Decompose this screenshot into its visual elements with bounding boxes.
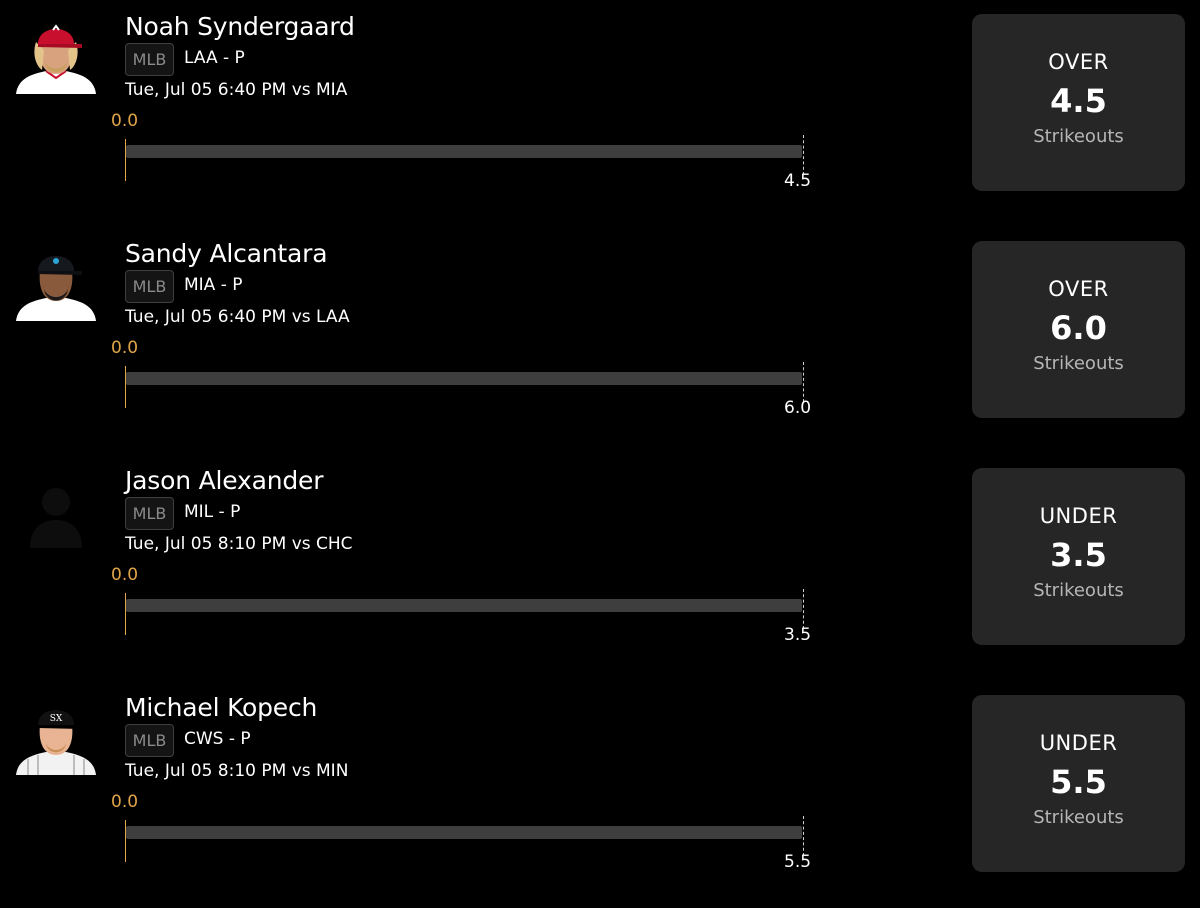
pick-card[interactable]: UNDER 5.5 Strikeouts xyxy=(972,695,1185,872)
game-time: Tue, Jul 05 8:10 PM vs CHC xyxy=(125,534,353,554)
player-avatar: SX xyxy=(16,695,96,775)
pick-direction: OVER xyxy=(1048,277,1109,301)
player-row[interactable]: SX Michael Kopech MLB CWS - P Tue, Jul 0… xyxy=(0,681,1200,908)
pick-direction: UNDER xyxy=(1039,731,1118,755)
player-name: Michael Kopech xyxy=(125,693,318,722)
pick-line: 6.0 xyxy=(1050,309,1107,347)
progress-start-label: 0.0 xyxy=(111,338,139,358)
league-badge: MLB xyxy=(125,497,174,530)
line-marker xyxy=(803,362,804,402)
game-time: Tue, Jul 05 6:40 PM vs LAA xyxy=(125,307,350,327)
pick-direction: UNDER xyxy=(1039,504,1118,528)
progress-track xyxy=(126,826,802,839)
pick-stat: Strikeouts xyxy=(1033,580,1124,601)
team-position: LAA - P xyxy=(184,48,245,68)
pick-card[interactable]: OVER 4.5 Strikeouts xyxy=(972,14,1185,191)
line-marker xyxy=(803,589,804,629)
player-silhouette-icon xyxy=(16,468,96,548)
player-row[interactable]: Noah Syndergaard MLB LAA - P Tue, Jul 05… xyxy=(0,0,1200,227)
progress-track xyxy=(126,599,802,612)
line-value-label: 4.5 xyxy=(784,171,812,191)
game-time: Tue, Jul 05 8:10 PM vs MIN xyxy=(125,761,349,781)
pick-stat: Strikeouts xyxy=(1033,126,1124,147)
player-name: Sandy Alcantara xyxy=(125,239,328,268)
player-row[interactable]: Sandy Alcantara MLB MIA - P Tue, Jul 05 … xyxy=(0,227,1200,454)
pick-card[interactable]: OVER 6.0 Strikeouts xyxy=(972,241,1185,418)
progress-start-label: 0.0 xyxy=(111,111,139,131)
pick-line: 4.5 xyxy=(1050,82,1107,120)
line-value-label: 5.5 xyxy=(784,852,812,872)
team-position: CWS - P xyxy=(184,729,251,749)
progress-start-label: 0.0 xyxy=(111,792,139,812)
player-avatar xyxy=(16,241,96,321)
player-name: Noah Syndergaard xyxy=(125,12,355,41)
line-marker xyxy=(803,816,804,856)
line-value-label: 3.5 xyxy=(784,625,812,645)
league-badge: MLB xyxy=(125,270,174,303)
pick-stat: Strikeouts xyxy=(1033,807,1124,828)
svg-text:SX: SX xyxy=(50,714,63,724)
team-position: MIA - P xyxy=(184,275,243,295)
pick-stat: Strikeouts xyxy=(1033,353,1124,374)
player-row[interactable]: Jason Alexander MLB MIL - P Tue, Jul 05 … xyxy=(0,454,1200,681)
player-avatar xyxy=(16,14,96,94)
pick-direction: OVER xyxy=(1048,50,1109,74)
pick-line: 5.5 xyxy=(1050,763,1107,801)
team-position: MIL - P xyxy=(184,502,241,522)
game-time: Tue, Jul 05 6:40 PM vs MIA xyxy=(125,80,348,100)
league-badge: MLB xyxy=(125,724,174,757)
line-marker xyxy=(803,135,804,175)
pick-line: 3.5 xyxy=(1050,536,1107,574)
progress-track xyxy=(126,372,802,385)
league-badge: MLB xyxy=(125,43,174,76)
progress-track xyxy=(126,145,802,158)
player-name: Jason Alexander xyxy=(125,466,324,495)
progress-start-label: 0.0 xyxy=(111,565,139,585)
line-value-label: 6.0 xyxy=(784,398,812,418)
pick-card[interactable]: UNDER 3.5 Strikeouts xyxy=(972,468,1185,645)
